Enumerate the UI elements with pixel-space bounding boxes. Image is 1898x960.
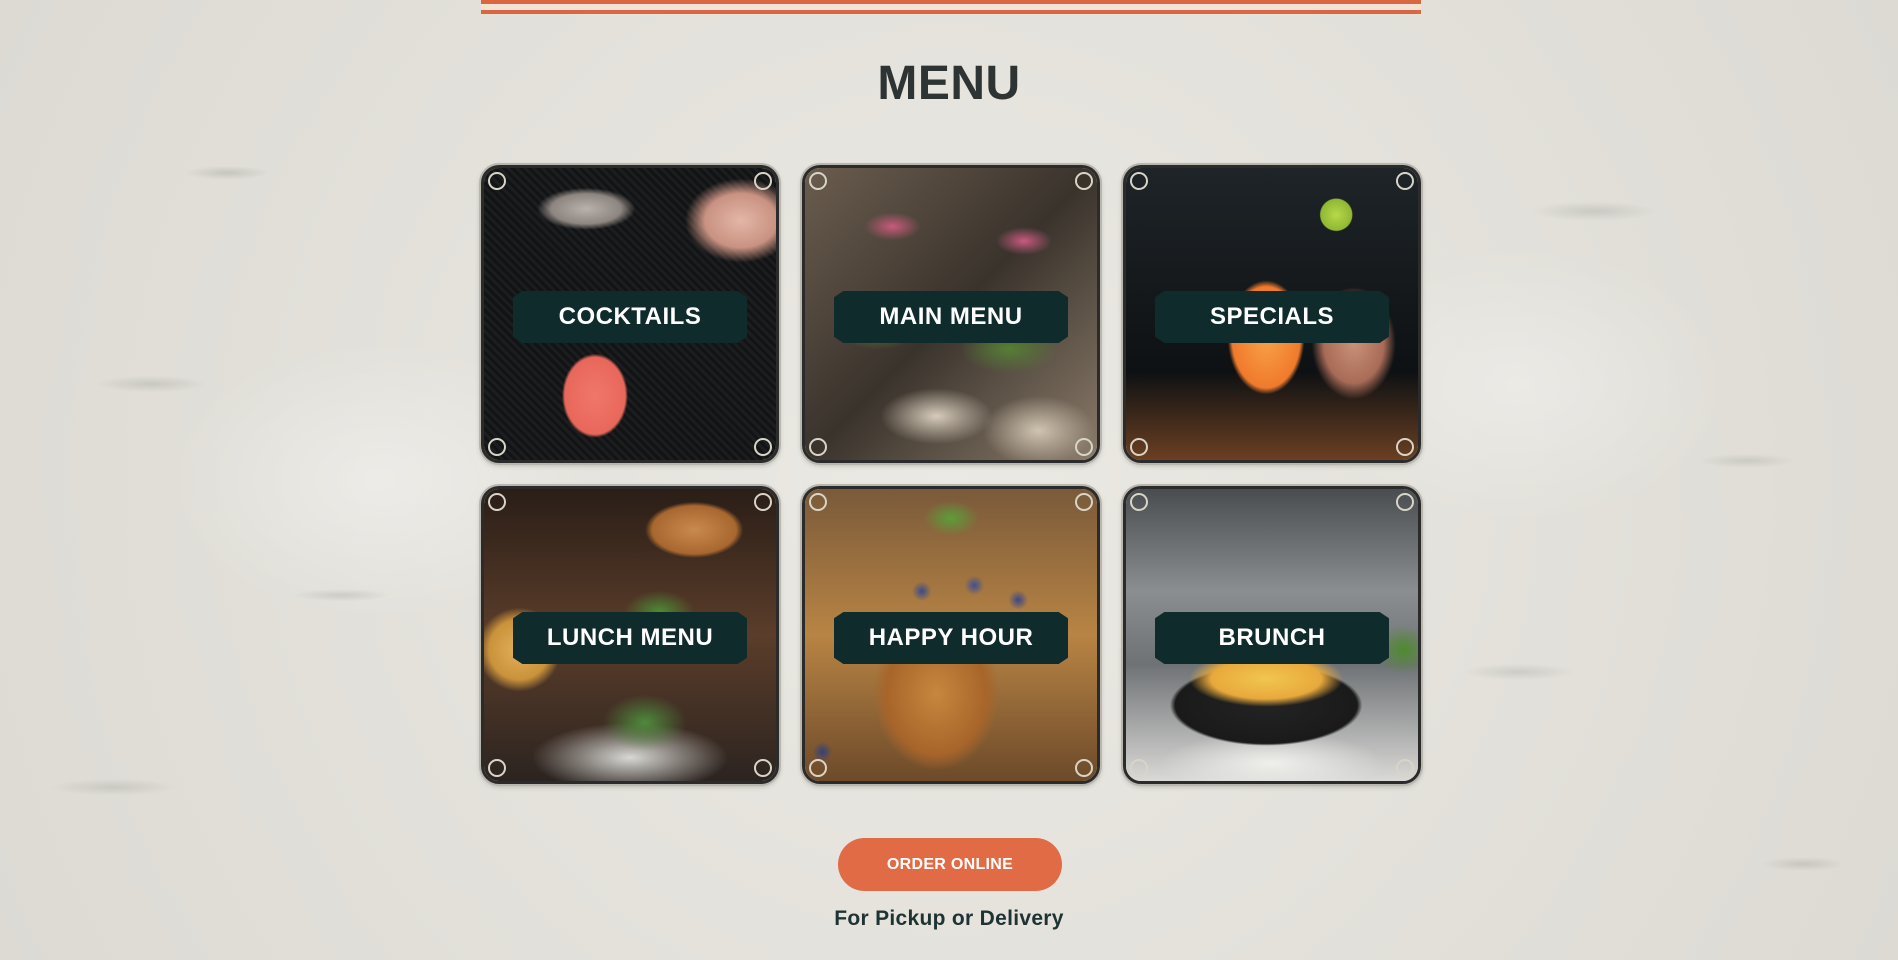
top-decorative-rule (481, 0, 1421, 14)
menu-card-label: MAIN MENU (834, 291, 1068, 343)
corner-ornament-icon (754, 493, 772, 511)
corner-ornament-icon (488, 759, 506, 777)
menu-card-label: LUNCH MENU (513, 612, 747, 664)
page-title: MENU (877, 57, 1021, 110)
corner-ornament-icon (488, 493, 506, 511)
corner-ornament-icon (1396, 493, 1414, 511)
menu-card-main-menu[interactable]: MAIN MENU (802, 165, 1100, 463)
corner-ornament-icon (809, 172, 827, 190)
menu-card-brunch[interactable]: BRUNCH (1123, 486, 1421, 784)
corner-ornament-icon (1396, 759, 1414, 777)
menu-card-label: COCKTAILS (513, 291, 747, 343)
corner-ornament-icon (809, 493, 827, 511)
order-online-button[interactable]: ORDER ONLINE (838, 838, 1062, 891)
menu-card-specials[interactable]: SPECIALS (1123, 165, 1421, 463)
corner-ornament-icon (1075, 438, 1093, 456)
corner-ornament-icon (488, 172, 506, 190)
corner-ornament-icon (1130, 493, 1148, 511)
corner-ornament-icon (754, 759, 772, 777)
corner-ornament-icon (1075, 493, 1093, 511)
corner-ornament-icon (1396, 438, 1414, 456)
corner-ornament-icon (1130, 759, 1148, 777)
pickup-delivery-text: For Pickup or Delivery (834, 907, 1064, 930)
corner-ornament-icon (1130, 172, 1148, 190)
corner-ornament-icon (754, 172, 772, 190)
corner-ornament-icon (1075, 172, 1093, 190)
menu-card-lunch-menu[interactable]: LUNCH MENU (481, 486, 779, 784)
menu-grid: COCKTAILS MAIN MENU SPECIALS LUNCH MENU … (481, 165, 1421, 785)
menu-card-label: BRUNCH (1155, 612, 1389, 664)
corner-ornament-icon (754, 438, 772, 456)
corner-ornament-icon (1396, 172, 1414, 190)
corner-ornament-icon (488, 438, 506, 456)
menu-card-cocktails[interactable]: COCKTAILS (481, 165, 779, 463)
menu-card-label: SPECIALS (1155, 291, 1389, 343)
corner-ornament-icon (1130, 438, 1148, 456)
corner-ornament-icon (1075, 759, 1093, 777)
menu-card-happy-hour[interactable]: HAPPY HOUR (802, 486, 1100, 784)
menu-card-label: HAPPY HOUR (834, 612, 1068, 664)
corner-ornament-icon (809, 438, 827, 456)
corner-ornament-icon (809, 759, 827, 777)
